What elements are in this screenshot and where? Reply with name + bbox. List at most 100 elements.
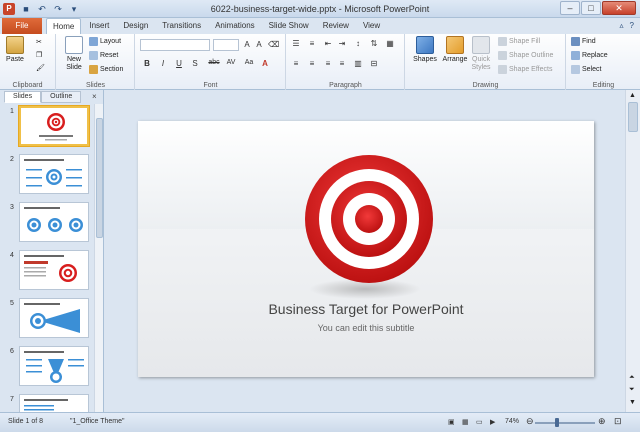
line-spacing-icon[interactable]: ↕	[353, 39, 363, 48]
shapes-button[interactable]: Shapes	[410, 36, 440, 64]
select-button[interactable]: Select	[571, 65, 601, 74]
decrease-indent-icon[interactable]: ⇤	[323, 39, 333, 48]
tab-animations[interactable]: Animations	[209, 18, 261, 34]
numbering-icon[interactable]: ≡	[307, 39, 317, 48]
tab-insert[interactable]: Insert	[83, 18, 115, 34]
zoom-out-icon[interactable]: ⊖	[526, 416, 534, 427]
zoom-in-icon[interactable]: ⊕	[598, 416, 606, 427]
font-color-button[interactable]: A	[260, 59, 270, 68]
slide[interactable]: Business Target for PowerPoint You can e…	[138, 121, 594, 377]
prev-slide-icon[interactable]: ⏶	[629, 374, 635, 382]
save-icon[interactable]: ■	[20, 3, 32, 15]
shape-effects-button[interactable]: Shape Effects	[498, 65, 552, 74]
reading-view-icon[interactable]: ▭	[476, 418, 483, 426]
replace-button[interactable]: Replace	[571, 51, 608, 60]
reset-button[interactable]: Reset	[89, 51, 118, 60]
shape-outline-button[interactable]: Shape Outline	[498, 51, 553, 60]
align-left-icon[interactable]: ≡	[291, 59, 301, 68]
minimize-button[interactable]: –	[560, 1, 580, 15]
slide-thumbnail-6[interactable]: 6	[0, 346, 94, 390]
shadow-button[interactable]: S	[190, 59, 200, 68]
tab-file[interactable]: File	[2, 18, 42, 34]
text-direction-icon[interactable]: ⇅	[369, 39, 379, 48]
scroll-thumb[interactable]	[96, 118, 103, 238]
customize-icon[interactable]: ▾	[68, 3, 80, 15]
align-center-icon[interactable]: ≡	[307, 59, 317, 68]
bullets-icon[interactable]: ☰	[291, 39, 301, 48]
slide-sorter-icon[interactable]: ▦	[462, 418, 469, 426]
tab-slide-show[interactable]: Slide Show	[263, 18, 315, 34]
quick-styles-button[interactable]: Quick Styles	[470, 36, 492, 72]
ribbon-tab-bar: File Home Insert Design Transitions Anim…	[0, 18, 640, 34]
strikethrough-button[interactable]: abc	[206, 59, 222, 66]
justify-icon[interactable]: ≡	[337, 59, 347, 68]
char-spacing-button[interactable]: AV	[224, 59, 238, 66]
zoom-slider[interactable]	[535, 422, 595, 424]
zoom-level[interactable]: 74%	[505, 418, 519, 425]
close-button[interactable]: ✕	[602, 1, 636, 15]
tab-outline[interactable]: Outline	[41, 91, 82, 103]
tab-transitions[interactable]: Transitions	[156, 18, 207, 34]
scroll-down-icon[interactable]: ▼	[629, 399, 636, 406]
slides-pane-scrollbar[interactable]	[94, 104, 103, 412]
maximize-button[interactable]: □	[581, 1, 601, 15]
cut-icon[interactable]: ✂	[36, 38, 42, 46]
bold-button[interactable]: B	[142, 59, 152, 68]
slide-title[interactable]: Business Target for PowerPoint	[138, 301, 594, 317]
grow-font-icon[interactable]: A	[242, 40, 252, 49]
font-name-combo[interactable]	[140, 39, 210, 51]
undo-icon[interactable]: ↶	[36, 3, 48, 15]
scroll-up-icon[interactable]: ▲	[629, 92, 636, 99]
fit-to-window-icon[interactable]: ⊡	[614, 416, 622, 427]
font-size-combo[interactable]	[213, 39, 239, 51]
close-pane-icon[interactable]: ×	[92, 92, 97, 101]
shape-fill-button[interactable]: Shape Fill	[498, 37, 540, 46]
tab-view[interactable]: View	[357, 18, 386, 34]
format-painter-icon[interactable]: 🖌	[36, 64, 45, 72]
new-slide-button[interactable]: New Slide	[61, 36, 87, 72]
minimize-ribbon-icon[interactable]: ▵	[620, 21, 624, 30]
underline-button[interactable]: U	[174, 59, 184, 68]
slide-thumbnail-3[interactable]: 3	[0, 202, 94, 246]
tab-slides[interactable]: Slides	[4, 91, 42, 103]
copy-icon[interactable]: ❐	[36, 51, 42, 59]
canvas-scrollbar[interactable]: ▲ ⏶ ⏷ ▼	[625, 90, 640, 412]
editing-label: Editing	[592, 82, 615, 89]
shape-fill-icon	[498, 37, 507, 46]
smartart-icon[interactable]: ▦	[385, 39, 395, 48]
slide-thumbnail-2[interactable]: 2	[0, 154, 94, 198]
redo-icon[interactable]: ↷	[52, 3, 64, 15]
shrink-font-icon[interactable]: A	[254, 40, 264, 49]
arrange-button[interactable]: Arrange	[440, 36, 470, 64]
powerpoint-icon[interactable]: P	[3, 3, 15, 15]
slide-subtitle[interactable]: You can edit this subtitle	[138, 323, 594, 333]
align-text-icon[interactable]: ⊟	[369, 59, 379, 68]
columns-icon[interactable]: ▥	[353, 59, 363, 68]
slide-thumbnail-4[interactable]: 4	[0, 250, 94, 294]
paste-button[interactable]: Paste	[6, 36, 24, 64]
canvas-scroll-thumb[interactable]	[628, 102, 638, 132]
normal-view-icon[interactable]: ▣	[448, 418, 455, 426]
increase-indent-icon[interactable]: ⇥	[337, 39, 347, 48]
tab-review[interactable]: Review	[317, 18, 355, 34]
tab-home[interactable]: Home	[46, 18, 82, 34]
shape-outline-icon	[498, 51, 507, 60]
window-controls: – □ ✕	[560, 1, 636, 15]
layout-button[interactable]: Layout	[89, 37, 121, 46]
target-graphic[interactable]	[138, 121, 594, 377]
next-slide-icon[interactable]: ⏷	[629, 386, 635, 394]
change-case-button[interactable]: Aa	[242, 59, 256, 66]
italic-button[interactable]: I	[158, 59, 168, 68]
slide-show-icon[interactable]: ▶	[490, 418, 495, 426]
help-icon[interactable]: ?	[630, 21, 634, 30]
slide-thumbnail-7[interactable]: 7	[0, 394, 94, 412]
zoom-slider-knob[interactable]	[555, 418, 560, 427]
slide-thumbnail-1[interactable]: 1	[0, 106, 94, 150]
section-button[interactable]: Section	[89, 65, 123, 74]
replace-icon	[571, 51, 580, 60]
find-button[interactable]: Find	[571, 37, 596, 46]
slide-thumbnail-5[interactable]: 5	[0, 298, 94, 342]
align-right-icon[interactable]: ≡	[323, 59, 333, 68]
clear-format-icon[interactable]: ⌫	[268, 40, 279, 49]
tab-design[interactable]: Design	[117, 18, 154, 34]
